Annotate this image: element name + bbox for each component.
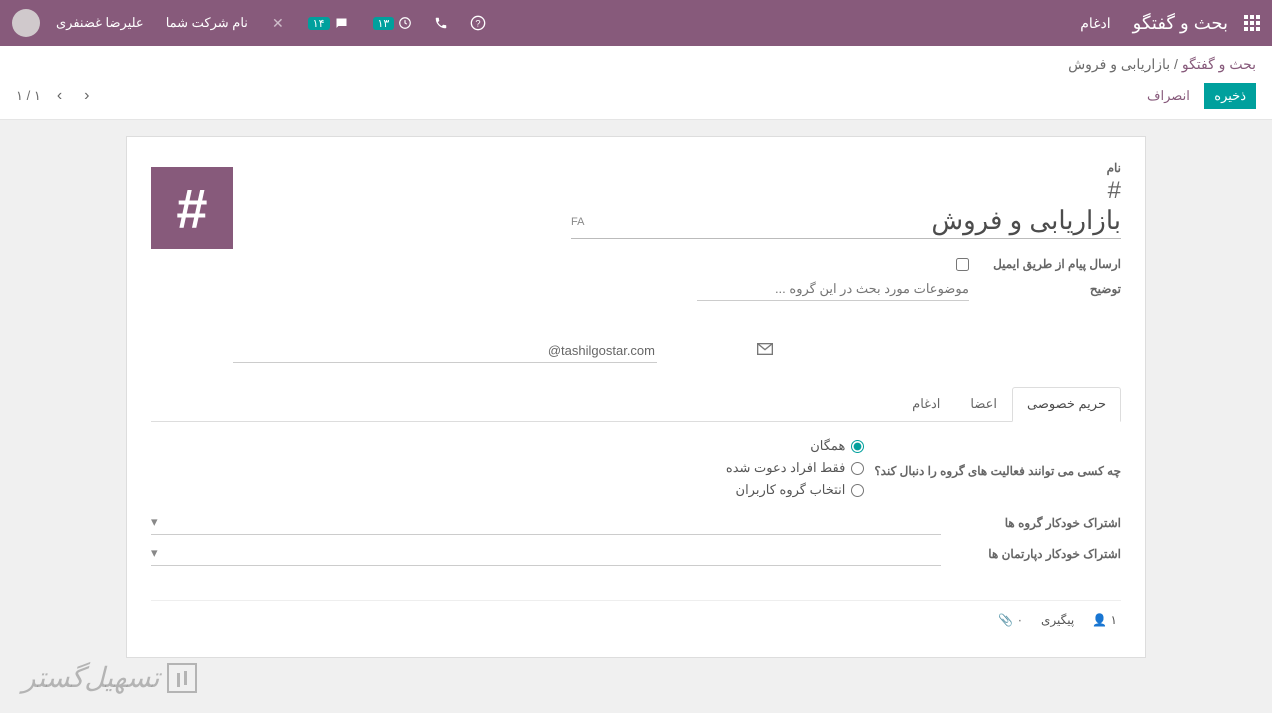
description-label: توضیح [981, 282, 1121, 296]
privacy-question-label: چه کسی می توانند فعالیت های گروه را دنبا… [874, 464, 1121, 478]
pager-prev-icon[interactable]: ‹ [51, 87, 68, 105]
tab-members[interactable]: اعضا [955, 387, 1012, 421]
email-alias-input[interactable] [233, 339, 546, 362]
tabs: حریم خصوصی اعضا ادغام [151, 387, 1121, 422]
control-panel: بحث و گفتگو / بازاریابی و فروش ذخیره انص… [0, 46, 1272, 120]
description-input[interactable] [697, 277, 969, 301]
save-button[interactable]: ذخیره [1204, 83, 1256, 109]
envelope-icon [757, 342, 773, 360]
privacy-all-label: همگان [810, 438, 845, 454]
chevron-down-icon: ▾ [151, 514, 158, 530]
follow-button[interactable]: پیگیری [1041, 613, 1074, 627]
privacy-invited-label: فقط افراد دعوت شده [726, 460, 845, 476]
company-name[interactable]: نام شرکت شما [156, 15, 258, 31]
breadcrumb: بحث و گفتگو / بازاریابی و فروش [16, 56, 1256, 77]
privacy-group-radio[interactable] [851, 484, 864, 497]
auto-groups-select[interactable]: ▾ [151, 510, 941, 535]
pager-value: ۱ / ۱ [16, 88, 41, 104]
discard-button[interactable]: انصراف [1137, 83, 1200, 109]
privacy-invited-radio[interactable] [851, 462, 864, 475]
settings-icon[interactable]: ✕ [264, 0, 292, 46]
privacy-group-label: انتخاب گروه کاربران [736, 482, 846, 498]
name-label: نام [233, 161, 1121, 175]
channel-name-input[interactable] [592, 205, 1121, 236]
user-name[interactable]: علیرضا غضنفری [50, 15, 150, 31]
activity-icon[interactable]: ۱۳ [363, 0, 421, 46]
chat-icon[interactable]: ۱۴ [298, 0, 357, 46]
breadcrumb-parent[interactable]: بحث و گفتگو [1182, 56, 1256, 72]
chat-badge: ۱۴ [308, 17, 330, 30]
module-title: بحث و گفتگو [1133, 13, 1228, 34]
followers-count[interactable]: 👤 ۱ [1092, 613, 1117, 627]
privacy-all-radio[interactable] [851, 440, 864, 453]
top-navbar: بحث و گفتگو ادغام ? ۱۳ ۱۴ ✕ نام شرکت شما… [0, 0, 1272, 46]
attachment-icon[interactable]: 📎 ۰ [998, 613, 1023, 627]
auto-depts-label: اشتراک خودکار دپارتمان ها [951, 547, 1121, 561]
help-icon[interactable]: ? [462, 0, 494, 46]
menu-merge[interactable]: ادغام [1066, 0, 1124, 46]
phone-icon[interactable] [426, 0, 456, 46]
breadcrumb-current: بازاریابی و فروش [1068, 56, 1170, 72]
pager: ۱ / ۱ ‹ › [16, 87, 95, 105]
chatter-footer: 📎 ۰ پیگیری 👤 ۱ [151, 600, 1121, 639]
auto-groups-label: اشتراک خودکار گروه ها [951, 516, 1121, 530]
auto-depts-select[interactable]: ▾ [151, 541, 941, 566]
watermark-logo: تسهیل‌گستر [22, 657, 201, 695]
hash-icon: # [233, 177, 1121, 205]
apps-menu-icon[interactable] [1244, 15, 1260, 31]
tab-merge[interactable]: ادغام [897, 387, 955, 421]
tab-privacy[interactable]: حریم خصوصی [1012, 387, 1121, 422]
pager-next-icon[interactable]: › [78, 87, 95, 105]
email-send-checkbox[interactable] [956, 258, 969, 271]
svg-text:?: ? [476, 18, 481, 28]
lang-tag: FA [571, 216, 584, 236]
tab-content-privacy: چه کسی می توانند فعالیت های گروه را دنبا… [151, 422, 1121, 580]
email-send-label: ارسال پیام از طریق ایمیل [981, 257, 1121, 271]
avatar[interactable] [12, 9, 40, 37]
form-sheet: نام # FA ارسال پیام از طریق ایمیل توضیح [126, 136, 1146, 658]
channel-icon[interactable]: # [151, 167, 233, 249]
chevron-down-icon: ▾ [151, 545, 158, 561]
email-suffix: @tashilgostar.com [546, 339, 657, 362]
activity-badge: ۱۳ [373, 17, 395, 30]
